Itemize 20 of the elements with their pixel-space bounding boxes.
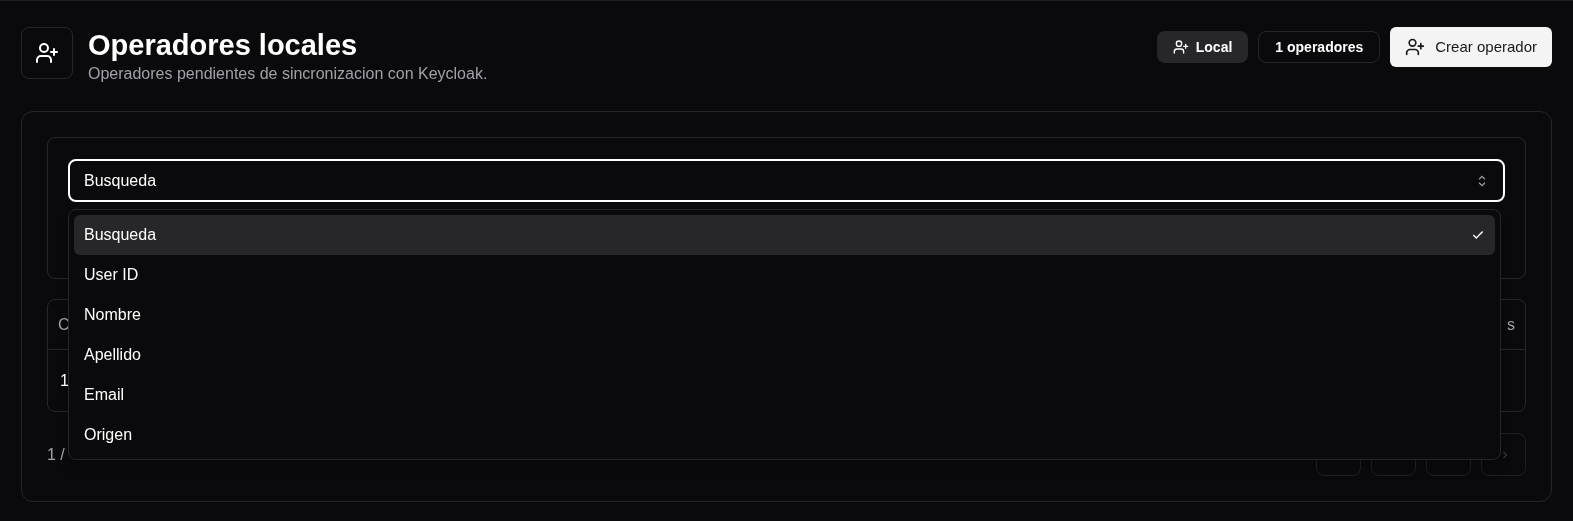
next-page-button[interactable] bbox=[1481, 433, 1526, 476]
dropdown-option[interactable]: Nombre bbox=[74, 295, 1495, 335]
local-badge: Local bbox=[1156, 31, 1249, 63]
dropdown-option[interactable]: Origen bbox=[74, 415, 1495, 455]
table-cell-text: 1 bbox=[60, 370, 69, 391]
user-plus-icon bbox=[35, 41, 59, 65]
count-badge: 1 operadores bbox=[1258, 31, 1381, 63]
dropdown-option[interactable]: Apellido bbox=[74, 335, 1495, 375]
dropdown-option[interactable]: User ID bbox=[74, 255, 1495, 295]
dropdown-option[interactable]: Email bbox=[74, 375, 1495, 415]
search-field-select[interactable]: Busqueda bbox=[68, 159, 1505, 202]
dropdown-option[interactable]: Busqueda bbox=[74, 215, 1495, 255]
create-operator-button[interactable]: Crear operador bbox=[1390, 27, 1552, 67]
page-title: Operadores locales bbox=[88, 28, 359, 62]
user-plus-icon bbox=[1172, 39, 1189, 55]
column-header: s bbox=[1507, 314, 1515, 335]
page-subtitle: Operadores pendientes de sincronizacion con Keycloak. bbox=[88, 64, 488, 84]
pagination-text: 1 / bbox=[47, 444, 65, 465]
check-icon bbox=[1471, 228, 1485, 242]
user-plus-icon bbox=[1405, 37, 1426, 57]
